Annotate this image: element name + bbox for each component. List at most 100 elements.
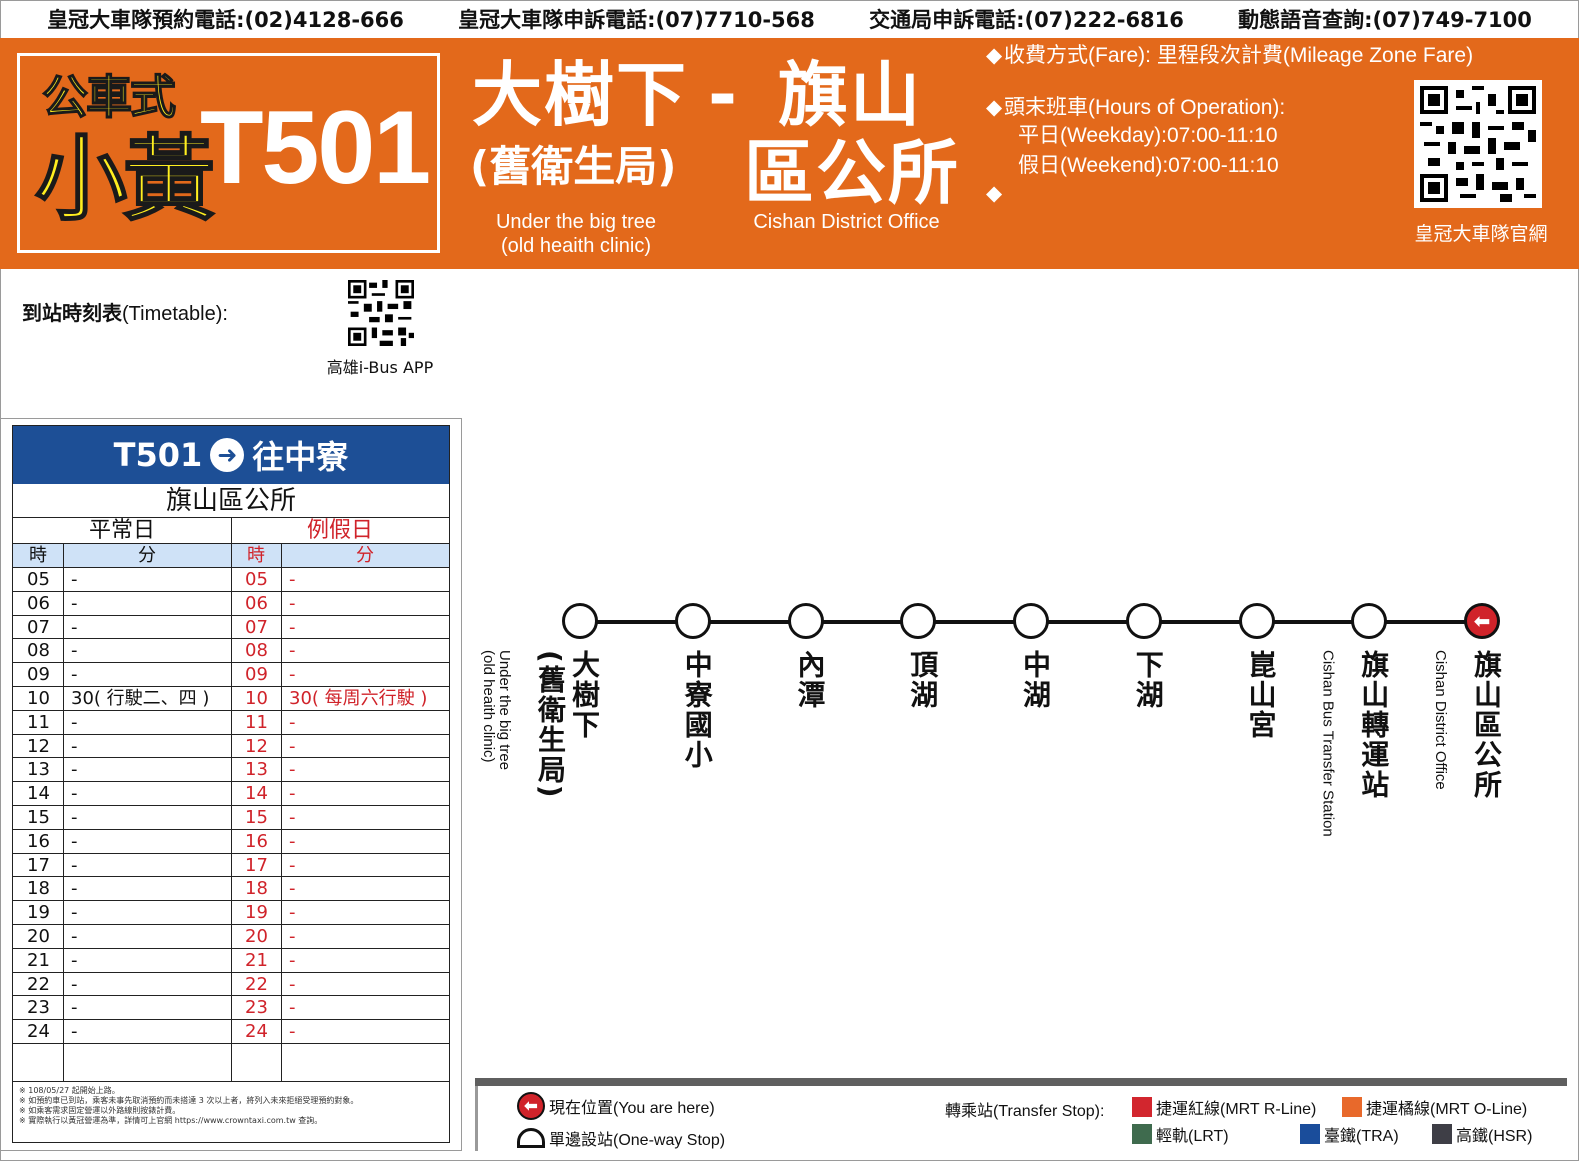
diamond-icon: ◆ — [986, 96, 1003, 119]
holiday-minute-cell: - — [289, 1021, 296, 1043]
current-location-icon: ⬅ — [517, 1092, 545, 1120]
ibus-qr-code-icon[interactable] — [348, 280, 414, 346]
contact-bar: 皇冠大車隊預約電話:(02)4128-666 皇冠大車隊申訴電話:(07)771… — [0, 0, 1579, 38]
tra-swatch — [1300, 1124, 1320, 1144]
weekday-hour-cell: 16 — [27, 830, 50, 852]
weekday-minute-header: 分 — [63, 544, 231, 568]
stop-marker — [1238, 603, 1275, 639]
weekday-header: 平常日 — [13, 518, 231, 544]
weekday-minute-cell: - — [71, 592, 78, 614]
website-label: 皇冠大車隊官網 — [1414, 223, 1548, 245]
weekday-hour-cell: 11 — [27, 711, 50, 733]
stop-english-line: Cishan District Office — [1432, 650, 1449, 790]
holiday-minute-cell: - — [289, 711, 296, 733]
holiday-minute-cell: - — [289, 616, 296, 638]
weekday-minute-cell: - — [71, 878, 78, 900]
diamond-icon: ◆ — [986, 44, 1003, 67]
holiday-hour-cell: 18 — [245, 878, 268, 900]
holiday-hour-cell: 08 — [245, 640, 268, 662]
destination-name-2: 區公所 — [744, 132, 960, 214]
stop-subtitle: (舊衛生局) — [534, 650, 567, 800]
diamond-icon: ◆ — [986, 182, 1003, 205]
timetable-label: 到站時刻表(Timetable): — [22, 301, 228, 325]
holiday-hour-cell: 23 — [245, 997, 268, 1019]
holiday-minute-cell: - — [289, 735, 296, 757]
origin-english: Under the big tree (old heaith clinic) — [462, 210, 690, 258]
route-number: T501 — [200, 90, 431, 206]
stop-name: 大樹下 — [568, 650, 601, 740]
stop-name: 中湖 — [1019, 650, 1052, 710]
arrow-right-icon: ➜ — [210, 438, 245, 472]
weekday-hour-cell: 05 — [27, 569, 50, 590]
brand-line1: 公車式 — [41, 70, 177, 124]
mrt-red-swatch — [1132, 1097, 1152, 1117]
weekday-hour-cell: 20 — [27, 925, 50, 947]
divider — [281, 544, 282, 1081]
weekday-hours: 平日(Weekday):07:00-11:10 — [1018, 124, 1278, 147]
weekday-hour-cell: 24 — [27, 1021, 50, 1043]
note-line: ※ 如乘客需求固定營運以外路線則按錶計費。 — [19, 1106, 181, 1115]
weekday-minute-cell: - — [71, 806, 78, 828]
holiday-minute-cell: - — [289, 854, 296, 876]
reservation-phone[interactable]: 皇冠大車隊預約電話:(02)4128-666 — [47, 4, 404, 34]
voice-query-phone[interactable]: 動態語音查詢:(07)749-7100 — [1238, 4, 1532, 34]
weekday-hour-cell: 17 — [27, 854, 50, 876]
route-dash: - — [708, 54, 738, 136]
weekday-hour-cell: 23 — [27, 997, 50, 1019]
qr-code-icon[interactable] — [1414, 80, 1542, 208]
note-line: ※ 108/05/27 起開始上路。 — [19, 1086, 120, 1095]
holiday-header: 例假日 — [231, 518, 449, 544]
stop-name: 內潭 — [793, 650, 827, 710]
holiday-minute-cell: 30( 每周六行駛 ) — [289, 687, 428, 709]
holiday-hour-cell: 12 — [245, 735, 268, 757]
mrt-orange-swatch — [1342, 1097, 1362, 1117]
holiday-hour-cell: 16 — [245, 830, 268, 852]
holiday-hour-cell: 11 — [245, 711, 268, 733]
note-line: ※ 實際執行以黃冠營運為準，詳情可上官網 https://www.crownta… — [19, 1116, 323, 1125]
holiday-hour-cell: 05 — [245, 569, 268, 590]
holiday-hour-cell: 22 — [245, 973, 268, 995]
weekday-minute-cell: - — [71, 997, 78, 1019]
route-header: 公車式 小黃 T501 大樹下 - (舊衛生局) Under the big t… — [0, 38, 1579, 269]
weekday-minute-cell: - — [71, 640, 78, 662]
holiday-hour-cell: 06 — [245, 592, 268, 614]
holiday-hour-cell: 09 — [245, 664, 268, 686]
hours-title: ◆頭末班車(Hours of Operation): — [986, 94, 1285, 122]
origin-english-1: Under the big tree — [495, 211, 657, 233]
stop-english-line: (old heaith clinic) — [480, 650, 497, 763]
weekday-minute-cell: - — [71, 925, 78, 947]
stop-name: 旗山轉運站 — [1357, 650, 1391, 800]
divider — [231, 518, 232, 1081]
legend-mrt-r: 捷運紅線(MRT R-Line) — [1132, 1095, 1316, 1119]
holiday-minute-cell: - — [289, 806, 296, 828]
legend-here: ⬅ 現在位置(You are here) — [517, 1092, 715, 1120]
weekday-minute-cell: - — [71, 664, 78, 686]
stop-english-name: Cishan District Office — [1432, 650, 1449, 790]
lrt-swatch — [1132, 1124, 1152, 1144]
legend-tra: 臺鐵(TRA) — [1300, 1122, 1399, 1146]
holiday-minute-cell: - — [289, 830, 296, 852]
transport-bureau-phone[interactable]: 交通局申訴電話:(07)222-6816 — [869, 4, 1184, 34]
complaint-phone[interactable]: 皇冠大車隊申訴電話:(07)7710-568 — [458, 4, 815, 34]
holiday-hour-cell: 10 — [245, 687, 268, 709]
stop-english-line: Cishan Bus Transfer Station — [1319, 650, 1337, 837]
stop-marker — [1013, 603, 1049, 639]
weekday-minute-cell: 30( 行駛二、四 ) — [71, 687, 210, 709]
stop-english-name: Under the big tree (old heaith clinic) — [480, 650, 513, 771]
holiday-hour-cell: 14 — [245, 783, 268, 805]
stop-name: 中寮國小 — [680, 650, 714, 770]
stop-name: 旗山區公所 — [1470, 650, 1503, 800]
legend-transfer-label: 轉乘站(Transfer Stop): — [945, 1103, 1105, 1120]
holiday-minute-cell: - — [289, 973, 296, 995]
weekday-hour-cell: 08 — [27, 640, 50, 662]
legend-hsr: 高鐵(HSR) — [1432, 1122, 1532, 1146]
weekday-hour-cell: 09 — [27, 664, 50, 686]
stop-english-line: Under the big tree — [496, 650, 513, 771]
destination-name-1: 旗山 — [778, 54, 922, 136]
weekday-hour-cell: 10 — [27, 687, 50, 709]
ibus-app-label: 高雄i-Bus APP — [326, 358, 434, 377]
weekday-minute-cell: - — [71, 759, 78, 781]
stop-marker — [1125, 603, 1162, 639]
holiday-hour-cell: 17 — [245, 854, 268, 876]
holiday-minute-cell: - — [289, 783, 296, 805]
